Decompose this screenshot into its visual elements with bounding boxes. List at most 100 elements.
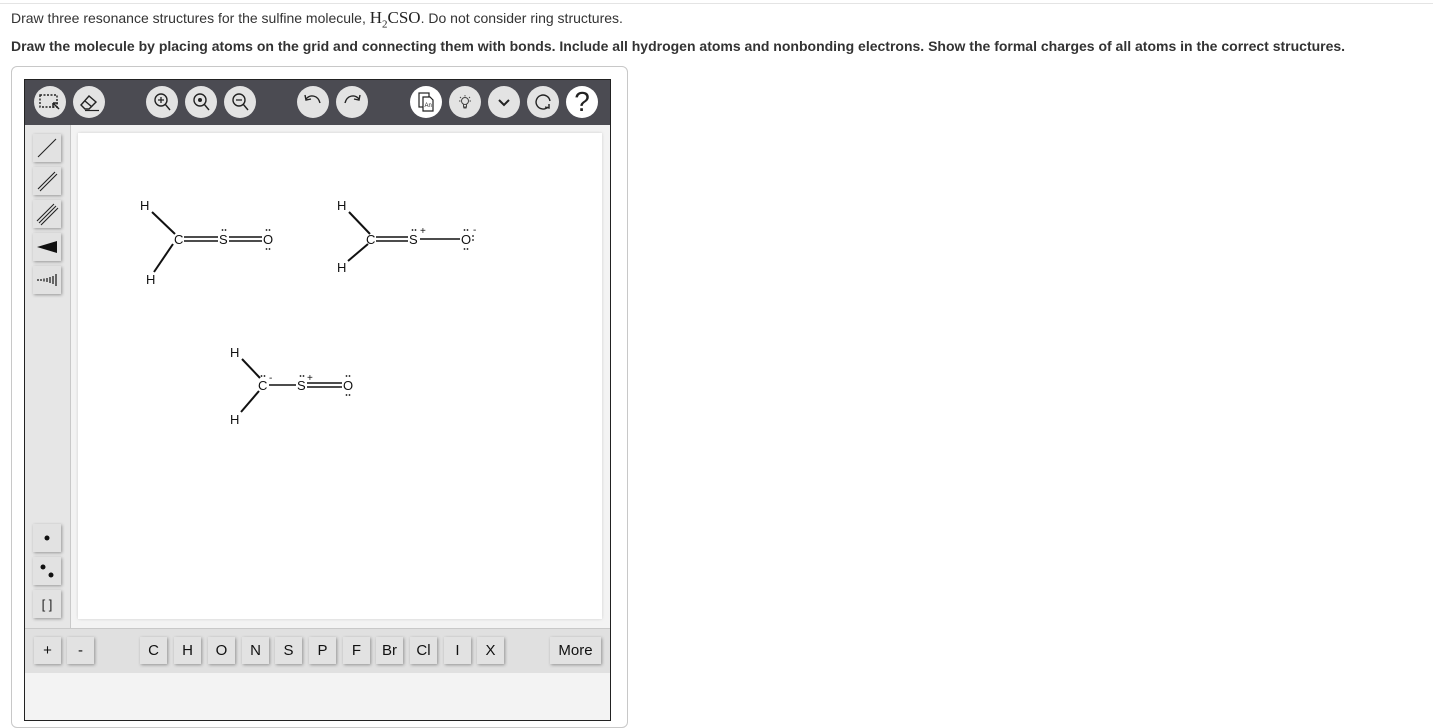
atom-h: H xyxy=(230,345,239,360)
lone-pair-dot xyxy=(472,239,474,241)
formula-h: H xyxy=(369,8,383,27)
structure-2: H H C S + O - xyxy=(337,198,476,275)
atom-button-cl[interactable]: Cl xyxy=(410,637,437,664)
triple-bond-icon xyxy=(36,203,59,226)
atom-button-n[interactable]: N xyxy=(242,637,269,664)
c-h-bond xyxy=(153,243,174,273)
atom-h: H xyxy=(337,260,346,275)
c-h-bond xyxy=(240,390,260,413)
drawing-canvas[interactable]: H H C S O H H C S + O - H H C - S + O xyxy=(78,133,602,619)
lone-pair-dot xyxy=(463,229,466,231)
help-button[interactable]: ? xyxy=(566,86,598,118)
lone-pair-dot xyxy=(224,229,227,231)
help-icon: ? xyxy=(574,86,590,117)
more-options-button[interactable] xyxy=(488,86,520,118)
reset-button[interactable] xyxy=(527,86,559,118)
zoom-in-button[interactable] xyxy=(146,86,178,118)
double-bond-button[interactable] xyxy=(33,167,61,195)
hint-button[interactable] xyxy=(449,86,481,118)
atom-toolbar: + - C H O N S P F Br Cl I X More xyxy=(25,628,610,673)
question-prompt: Draw three resonance structures for the … xyxy=(11,8,623,30)
positive-charge-button[interactable]: + xyxy=(34,637,61,664)
wedge-bond-icon xyxy=(37,241,57,253)
templates-button[interactable]: An xyxy=(410,86,442,118)
lone-pair-dot xyxy=(411,229,414,231)
triple-bond-button[interactable] xyxy=(33,200,61,228)
atom-o: O xyxy=(263,232,273,247)
wedge-bond-button[interactable] xyxy=(33,233,61,261)
bracket-button[interactable]: [ ] xyxy=(33,590,61,618)
redo-icon xyxy=(344,94,361,104)
more-atoms-button[interactable]: More xyxy=(550,637,601,664)
atom-button-p[interactable]: P xyxy=(309,637,336,664)
lone-pair-dot xyxy=(302,375,305,377)
instructions: Draw the molecule by placing atoms on th… xyxy=(11,38,1346,54)
lone-pair-dot xyxy=(466,248,469,250)
atom-c: C xyxy=(366,232,375,247)
molecule-drawing: H H C S O H H C S + O - H H C - S + O xyxy=(140,198,476,427)
zoom-reset-button[interactable] xyxy=(185,86,217,118)
atom-button-c[interactable]: C xyxy=(140,637,167,664)
formal-charge-o: - xyxy=(473,225,476,236)
zoom-in-icon xyxy=(154,93,171,111)
top-divider xyxy=(0,3,1433,4)
atom-button-br[interactable]: Br xyxy=(376,637,403,664)
electron-pair-button[interactable] xyxy=(33,557,61,585)
lone-pair-dot xyxy=(268,229,271,231)
formal-charge-c: - xyxy=(269,373,272,384)
lone-pair-dot xyxy=(265,229,268,231)
lone-pair-dot xyxy=(466,229,469,231)
molecule-editor: An ? [] H H C S O H H C S + O - H H C -… xyxy=(24,79,611,721)
lone-pair-dot xyxy=(345,375,348,377)
atom-h: H xyxy=(230,412,239,427)
redo-button[interactable] xyxy=(336,86,368,118)
atom-h: H xyxy=(140,198,149,213)
formula-rest: CSO xyxy=(387,8,421,27)
lone-pair-dot xyxy=(345,394,348,396)
double-bond-icon xyxy=(37,171,58,192)
select-tool-button[interactable] xyxy=(34,86,66,118)
structure-3: H H C - S + O xyxy=(230,345,353,427)
lone-electron-button[interactable] xyxy=(33,524,61,552)
lone-pair-dot xyxy=(414,229,417,231)
eraser-icon xyxy=(80,95,99,112)
atom-button-h[interactable]: H xyxy=(174,637,201,664)
atom-button-s[interactable]: S xyxy=(275,637,302,664)
undo-button[interactable] xyxy=(297,86,329,118)
lone-pair-dot xyxy=(260,375,263,377)
hash-bond-button[interactable] xyxy=(33,266,61,294)
atom-button-f[interactable]: F xyxy=(343,637,370,664)
c-h-bond xyxy=(347,243,369,262)
bond-toolbar: [ ] xyxy=(25,125,71,628)
chevron-down-icon xyxy=(498,99,510,107)
bracket-icon: [ ] xyxy=(41,596,53,612)
question-text-suffix: . Do not consider ring structures. xyxy=(420,10,623,26)
lone-pair-dot xyxy=(263,375,266,377)
atom-button-i[interactable]: I xyxy=(444,637,471,664)
atom-o: O xyxy=(461,232,471,247)
templates-icon: An xyxy=(418,92,434,112)
structure-1: H H C S O xyxy=(140,198,273,287)
lone-pair-dot xyxy=(268,248,271,250)
lightbulb-icon xyxy=(459,95,471,109)
zoom-reset-icon xyxy=(193,93,210,111)
c-h-bond xyxy=(241,358,261,379)
lone-pair-dot xyxy=(348,375,351,377)
atom-c: C xyxy=(258,378,267,393)
negative-charge-button[interactable]: - xyxy=(67,637,94,664)
atom-button-o[interactable]: O xyxy=(208,637,235,664)
electron-pair-icon xyxy=(40,564,54,578)
question-text: Draw three resonance structures for the … xyxy=(11,10,370,26)
marquee-select-icon xyxy=(39,94,60,110)
atom-button-x[interactable]: X xyxy=(477,637,504,664)
single-bond-button[interactable] xyxy=(33,134,61,162)
eraser-button[interactable] xyxy=(73,86,105,118)
atom-s: S xyxy=(409,232,418,247)
atom-h: H xyxy=(337,198,346,213)
lone-pair-dot xyxy=(299,375,302,377)
zoom-out-button[interactable] xyxy=(224,86,256,118)
c-h-bond xyxy=(151,211,176,235)
lone-pair-dot xyxy=(265,248,268,250)
templates-label: An xyxy=(425,103,432,109)
atom-s: S xyxy=(219,232,228,247)
